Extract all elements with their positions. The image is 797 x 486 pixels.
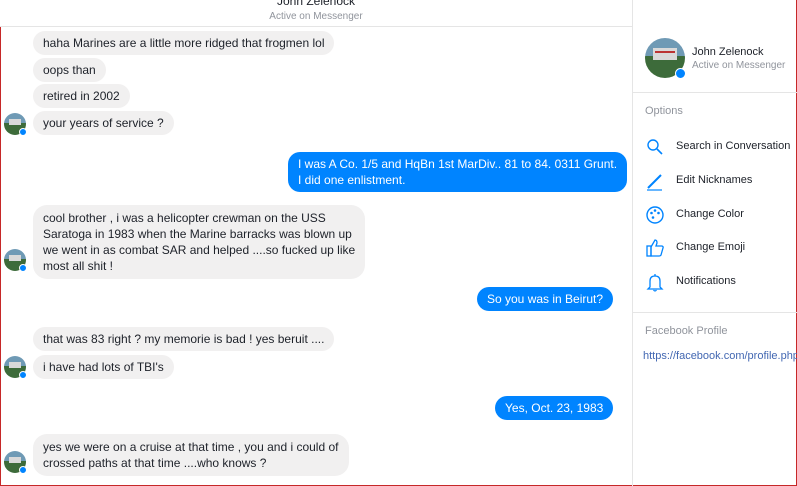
search-icon [645,137,665,157]
conversation-details-panel: John Zelenock Active on Messenger Option… [632,0,797,486]
option-search-in-conversation[interactable]: Search in Conversation [645,135,797,159]
message-outgoing: So you was in Beirut? [477,287,614,311]
messenger-badge-icon [19,264,27,272]
facebook-profile-link[interactable]: https://facebook.com/profile.php [643,350,797,362]
thumbs-up-icon [645,238,665,258]
message-incoming: oops than [33,58,106,82]
message-incoming: i have had lots of TBI's [33,355,174,379]
message-list[interactable]: haha Marines are a little more ridged th… [0,27,632,486]
options-title: Options [645,105,683,117]
pencil-icon [645,171,665,191]
option-label: Change Emoji [676,241,746,253]
message-incoming: that was 83 right ? my memorie is bad ! … [33,327,335,351]
message-incoming: cool brother , i was a helicopter crewma… [33,205,366,279]
message-incoming: yes we were on a cruise at that time , y… [33,434,349,476]
divider [633,92,797,93]
profile-status: Active on Messenger [692,60,786,71]
contact-name[interactable]: John Zelenock [0,0,632,8]
option-edit-nicknames[interactable]: Edit Nicknames [645,169,797,193]
profile-name[interactable]: John Zelenock [692,46,764,58]
option-notifications[interactable]: Notifications [645,270,797,294]
messenger-badge-icon [19,371,27,379]
message-incoming: your years of service ? [33,111,174,135]
option-change-color[interactable]: Change Color [645,203,797,227]
contact-status: Active on Messenger [269,11,363,22]
message-outgoing: I was A Co. 1/5 and HqBn 1st MarDiv.. 81… [288,152,628,192]
message-outgoing: Yes, Oct. 23, 1983 [495,396,614,420]
messenger-badge-icon [675,68,686,79]
message-incoming: retired in 2002 [33,84,130,108]
bell-icon [645,272,665,292]
messenger-badge-icon [19,128,27,136]
divider [633,312,797,313]
message-incoming: haha Marines are a little more ridged th… [33,31,335,55]
messenger-badge-icon [19,466,27,474]
option-label: Search in Conversation [676,140,791,152]
option-label: Edit Nicknames [676,174,753,186]
facebook-profile-title: Facebook Profile [645,325,728,337]
option-change-emoji[interactable]: Change Emoji [645,236,797,260]
option-label: Change Color [676,208,744,220]
palette-icon [645,205,665,225]
option-label: Notifications [676,275,736,287]
conversation-header: John Zelenock Active on Messenger [0,0,632,27]
